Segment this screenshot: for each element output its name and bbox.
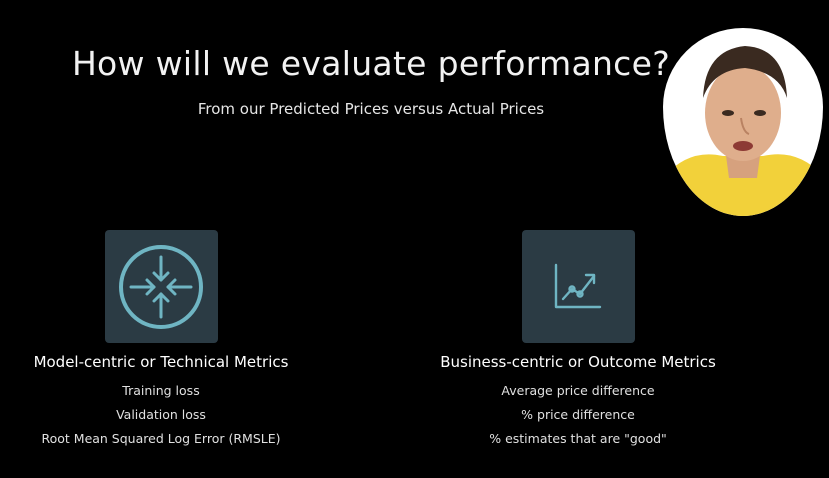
slide: How will we evaluate performance? From o… — [0, 0, 829, 478]
presenter-avatar — [663, 28, 823, 216]
list-item: Training loss — [122, 383, 200, 398]
list-item: % price difference — [521, 407, 635, 422]
presenter-webcam-overlay — [663, 28, 823, 216]
technical-metrics-list: Training loss Validation loss Root Mean … — [1, 379, 321, 451]
technical-metrics-icon-box — [104, 230, 218, 343]
business-metrics-icon-box — [521, 230, 635, 343]
line-chart-trend-icon — [554, 263, 602, 308]
slide-subtitle: From our Predicted Prices versus Actual … — [197, 100, 545, 118]
business-metrics-list: Average price difference % price differe… — [418, 379, 738, 451]
arrows-converge-icon — [119, 244, 203, 329]
list-item: Validation loss — [116, 407, 206, 422]
list-item: Average price difference — [501, 383, 655, 398]
technical-metrics-column: Model-centric or Technical Metrics Train… — [1, 230, 321, 451]
slide-title: How will we evaluate performance? — [71, 44, 671, 83]
list-item: % estimates that are "good" — [489, 431, 667, 446]
list-item: Root Mean Squared Log Error (RMSLE) — [41, 431, 281, 446]
business-metrics-heading: Business-centric or Outcome Metrics — [440, 353, 716, 371]
business-metrics-column: Business-centric or Outcome Metrics Aver… — [418, 230, 738, 451]
technical-metrics-heading: Model-centric or Technical Metrics — [33, 353, 289, 371]
